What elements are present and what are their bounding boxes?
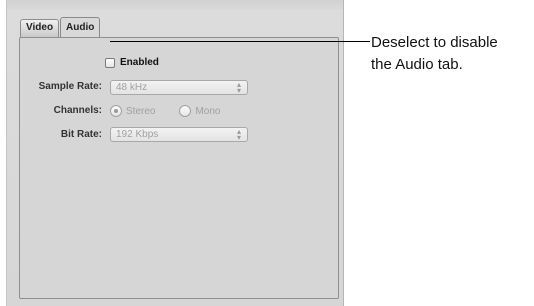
channels-radio-group: Stereo Mono [110,105,244,117]
top-toolbar-strip [7,0,343,10]
channels-label: Channels: [53,105,102,116]
mono-label: Mono [195,105,221,117]
enabled-checkbox-row[interactable]: Enabled [105,57,159,68]
callout-text: Deselect to disable the Audio tab. [371,32,533,76]
callout-line-1: Deselect to disable [371,34,498,51]
up-down-arrows-icon: ▴ ▾ [236,80,241,95]
stereo-label: Stereo [126,105,156,117]
callout-line [110,41,370,42]
sample-rate-label: Sample Rate: [38,81,102,92]
settings-panel: Video Audio Enabled Sample Rate: 48 kHz … [6,0,344,306]
sample-rate-value: 48 kHz [116,82,148,93]
callout-line-2: the Audio tab. [371,56,463,73]
up-down-arrows-icon: ▴ ▾ [236,127,241,142]
tab-bar: Video Audio [20,17,101,37]
enabled-label: Enabled [120,57,159,68]
bit-rate-label: Bit Rate: [60,129,102,140]
audio-tab-content [19,37,339,299]
tab-audio[interactable]: Audio [60,17,101,37]
sample-rate-popup[interactable]: 48 kHz ▴ ▾ [110,80,248,95]
bit-rate-value: 192 Kbps [116,129,159,140]
bit-rate-popup[interactable]: 192 Kbps ▴ ▾ [110,127,248,142]
tab-video[interactable]: Video [20,19,60,37]
mono-radio[interactable] [179,105,192,117]
stereo-radio[interactable] [110,105,122,117]
enabled-checkbox[interactable] [105,57,115,68]
